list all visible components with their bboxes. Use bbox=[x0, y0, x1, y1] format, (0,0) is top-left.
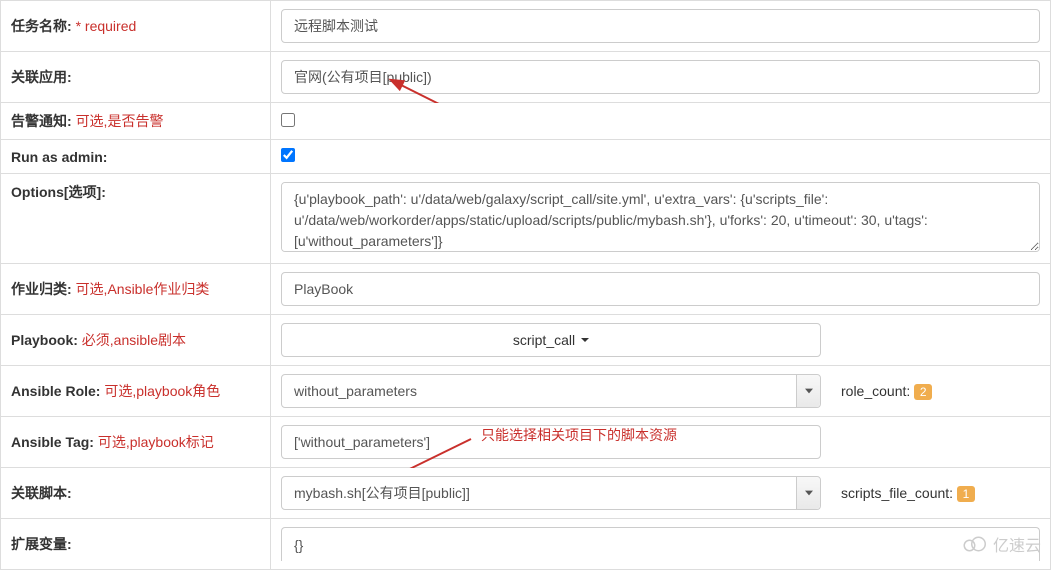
label-hint: 可选,是否告警 bbox=[76, 113, 164, 129]
related-script-value: mybash.sh[公有项目[public]] bbox=[282, 477, 796, 509]
label-hint: 必须,ansible剧本 bbox=[82, 332, 186, 348]
chevron-down-icon bbox=[796, 375, 820, 407]
options-textarea[interactable] bbox=[281, 182, 1040, 252]
role-count-badge: 2 bbox=[914, 384, 932, 400]
chevron-down-icon bbox=[581, 338, 589, 342]
label-text: Run as admin: bbox=[11, 149, 107, 165]
playbook-dropdown[interactable]: script_call bbox=[281, 323, 821, 357]
label-text: Playbook: bbox=[11, 332, 78, 348]
label-task-name: 任务名称: * required bbox=[1, 1, 271, 52]
ansible-role-select[interactable]: without_parameters bbox=[281, 374, 821, 408]
scripts-count-label: scripts_file_count: bbox=[841, 485, 953, 501]
label-text: 关联应用: bbox=[11, 69, 72, 85]
playbook-value: script_call bbox=[513, 332, 575, 348]
chevron-down-icon bbox=[796, 477, 820, 509]
task-name-input[interactable] bbox=[281, 9, 1040, 43]
config-form-table: 任务名称: * required 关联应用: 只能选择相关项目下的应用 告警通知… bbox=[0, 0, 1051, 570]
label-text: 任务名称: bbox=[11, 18, 72, 34]
label-run-admin: Run as admin: bbox=[1, 140, 271, 174]
label-text: Ansible Role: bbox=[11, 383, 100, 399]
required-marker: * required bbox=[76, 18, 137, 34]
label-text: 扩展变量: bbox=[11, 536, 72, 552]
label-hint: 可选,playbook角色 bbox=[104, 383, 220, 399]
label-playbook: Playbook: 必须,ansible剧本 bbox=[1, 315, 271, 366]
label-text: 作业归类: bbox=[11, 281, 72, 297]
related-script-select[interactable]: mybash.sh[公有项目[public]] bbox=[281, 476, 821, 510]
label-text: Options[选项]: bbox=[11, 184, 106, 200]
scripts-file-count: scripts_file_count: 1 bbox=[841, 485, 975, 502]
label-hint: 可选,playbook标记 bbox=[98, 434, 214, 450]
label-related-script: 关联脚本: bbox=[1, 468, 271, 519]
scripts-count-badge: 1 bbox=[957, 486, 975, 502]
ansible-role-value: without_parameters bbox=[282, 375, 796, 407]
job-class-input[interactable] bbox=[281, 272, 1040, 306]
alarm-checkbox[interactable] bbox=[281, 113, 295, 127]
role-count-label: role_count: bbox=[841, 383, 910, 399]
label-related-app: 关联应用: bbox=[1, 52, 271, 103]
ansible-tag-input[interactable] bbox=[281, 425, 821, 459]
role-count: role_count: 2 bbox=[841, 383, 932, 400]
label-job-class: 作业归类: 可选,Ansible作业归类 bbox=[1, 264, 271, 315]
label-text: Ansible Tag: bbox=[11, 434, 94, 450]
ext-vars-input[interactable] bbox=[281, 527, 1040, 561]
label-ansible-tag: Ansible Tag: 可选,playbook标记 bbox=[1, 417, 271, 468]
label-text: 关联脚本: bbox=[11, 485, 72, 501]
label-alarm: 告警通知: 可选,是否告警 bbox=[1, 103, 271, 140]
related-app-input[interactable] bbox=[281, 60, 1040, 94]
label-hint: 可选,Ansible作业归类 bbox=[76, 281, 210, 297]
run-admin-checkbox[interactable] bbox=[281, 148, 295, 162]
label-ansible-role: Ansible Role: 可选,playbook角色 bbox=[1, 366, 271, 417]
label-text: 告警通知: bbox=[11, 113, 72, 129]
label-options: Options[选项]: bbox=[1, 174, 271, 264]
